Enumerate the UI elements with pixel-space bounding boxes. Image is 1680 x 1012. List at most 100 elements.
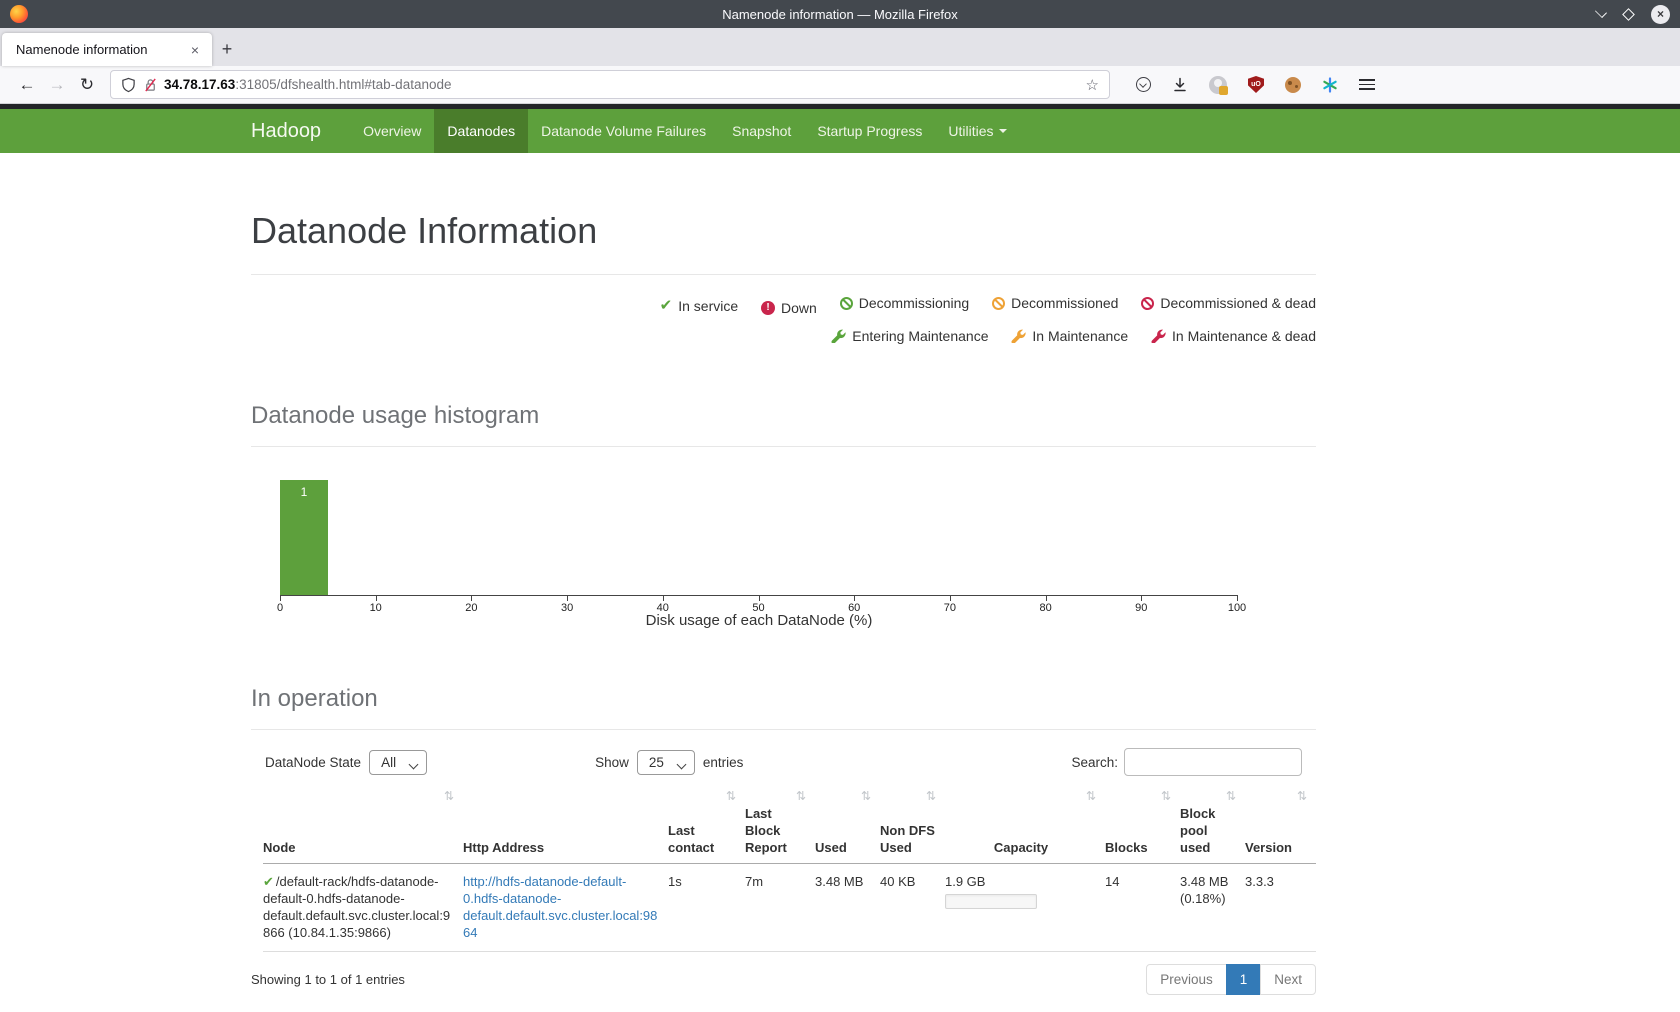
hadoop-navbar: Hadoop Overview Datanodes Datanode Volum…	[0, 109, 1680, 153]
legend-decommissioning: Decommissioning	[840, 289, 969, 317]
browser-tab[interactable]: Namenode information ×	[2, 33, 212, 66]
back-icon[interactable]: ←	[12, 75, 42, 95]
sort-icon[interactable]: ⇅	[861, 789, 871, 805]
url-path: :31805/dfshealth.html#tab-datanode	[235, 77, 451, 92]
col-header-http-address: Http Address	[463, 786, 668, 863]
url-bar[interactable]: 34.78.17.63:31805/dfshealth.html#tab-dat…	[110, 70, 1110, 99]
tab-bar: Namenode information × +	[0, 28, 1680, 66]
sort-icon[interactable]: ⇅	[1161, 789, 1171, 805]
sort-icon[interactable]: ⇅	[1086, 789, 1096, 805]
entries-label: entries	[703, 755, 744, 770]
cell-non-dfs-used: 40 KB	[880, 863, 945, 952]
showing-entries-text: Showing 1 to 1 of 1 entries	[251, 972, 405, 987]
col-header-non-dfs-used[interactable]: ⇅Non DFS Used	[880, 786, 945, 863]
ublock-shield-icon[interactable]: uO	[1248, 76, 1264, 93]
pagination-next-button[interactable]: Next	[1260, 964, 1316, 995]
nav-item-overview[interactable]: Overview	[350, 109, 434, 153]
wrench-icon	[1151, 328, 1166, 343]
shield-icon[interactable]	[121, 77, 136, 93]
page-length-select[interactable]: 25	[637, 750, 695, 775]
datanode-usage-histogram: 1 0 10 20 30 40 50 60 70 80 90 100 Disk …	[251, 481, 1316, 641]
cell-capacity: 1.9 GB	[945, 863, 1105, 952]
cell-used: 3.48 MB	[815, 863, 880, 952]
pagination-previous-button[interactable]: Previous	[1146, 964, 1227, 995]
nav-item-datanode-volume-failures[interactable]: Datanode Volume Failures	[528, 109, 719, 153]
table-row: ✔/default-rack/hdfs-datanode-default-0.h…	[263, 863, 1316, 952]
sort-icon[interactable]: ⇅	[1226, 789, 1236, 805]
nav-item-snapshot[interactable]: Snapshot	[719, 109, 804, 153]
insecure-lock-icon[interactable]	[143, 77, 158, 93]
datanode-state-select[interactable]: All	[369, 750, 427, 775]
search-label: Search:	[1071, 755, 1118, 770]
pagination: Previous 1 Next	[1146, 964, 1316, 995]
pocket-icon[interactable]	[1136, 77, 1151, 92]
forward-icon[interactable]: →	[42, 75, 72, 95]
col-header-block-pool-used[interactable]: ⇅Block pool used	[1180, 786, 1245, 863]
tab-title: Namenode information	[16, 42, 188, 57]
sort-icon[interactable]: ⇅	[1297, 789, 1307, 805]
download-icon[interactable]	[1172, 77, 1188, 93]
ban-icon	[1141, 297, 1154, 310]
table-footer: Showing 1 to 1 of 1 entries Previous 1 N…	[251, 964, 1316, 995]
reload-icon[interactable]: ↻	[72, 75, 102, 95]
legend-row-2: Entering Maintenance In Maintenance In M…	[251, 322, 1316, 353]
datanode-state-label: DataNode State	[265, 755, 361, 770]
histogram-section-title: Datanode usage histogram	[251, 402, 1316, 430]
sort-icon[interactable]: ⇅	[726, 789, 736, 805]
divider	[251, 446, 1316, 447]
legend-decommissioned: Decommissioned	[992, 289, 1118, 317]
check-icon: ✔	[660, 292, 673, 320]
sort-icon[interactable]: ⇅	[444, 789, 454, 805]
check-icon: ✔	[263, 874, 274, 889]
legend-in-maintenance-dead: In Maintenance & dead	[1151, 322, 1316, 350]
nav-item-utilities[interactable]: Utilities	[935, 109, 1019, 153]
navbar-brand[interactable]: Hadoop	[251, 120, 336, 143]
page-title: Datanode Information	[251, 210, 1316, 252]
search-input[interactable]	[1124, 748, 1302, 776]
window-minimize-icon[interactable]	[1595, 6, 1607, 18]
nav-item-startup-progress[interactable]: Startup Progress	[804, 109, 935, 153]
new-tab-button[interactable]: +	[212, 33, 242, 66]
divider	[251, 729, 1316, 730]
col-header-node[interactable]: ⇅Node	[263, 786, 463, 863]
table-controls: DataNode State All Show 25 entries Searc…	[251, 748, 1316, 776]
sort-icon[interactable]: ⇅	[796, 789, 806, 805]
tab-close-icon[interactable]: ×	[188, 42, 202, 58]
legend-down: !Down	[761, 294, 817, 322]
cookie-icon[interactable]	[1285, 77, 1301, 93]
datanodes-table: ⇅Node Http Address ⇅Last contact ⇅Last B…	[263, 786, 1316, 952]
window-maximize-icon[interactable]	[1622, 8, 1635, 21]
extension-icon[interactable]	[1209, 76, 1227, 94]
operation-section-title: In operation	[251, 685, 1316, 713]
ban-icon	[992, 297, 1005, 310]
col-header-version[interactable]: ⇅Version	[1245, 786, 1316, 863]
pagination-page-1-button[interactable]: 1	[1226, 964, 1262, 995]
col-header-capacity[interactable]: ⇅Capacity	[945, 786, 1105, 863]
firefox-logo-icon	[10, 5, 28, 23]
legend-entering-maintenance: Entering Maintenance	[831, 322, 988, 350]
legend-in-maintenance: In Maintenance	[1011, 322, 1128, 350]
legend-in-service: ✔In service	[660, 292, 739, 320]
sparkle-extension-icon[interactable]	[1322, 77, 1338, 93]
cell-blocks: 14	[1105, 863, 1180, 952]
bookmark-star-icon[interactable]: ☆	[1086, 76, 1099, 94]
histogram-x-axis-label: Disk usage of each DataNode (%)	[280, 612, 1238, 629]
histogram-plot-area: 1 0 10 20 30 40 50 60 70 80 90 100	[280, 481, 1238, 596]
exclamation-circle-icon: !	[761, 301, 775, 315]
nav-item-datanodes[interactable]: Datanodes	[434, 109, 528, 153]
menu-hamburger-icon[interactable]	[1359, 79, 1375, 90]
window-close-icon[interactable]: ×	[1651, 5, 1670, 24]
show-label: Show	[595, 755, 629, 770]
col-header-last-block-report[interactable]: ⇅Last Block Report	[745, 786, 815, 863]
wrench-icon	[1011, 328, 1026, 343]
col-header-last-contact[interactable]: ⇅Last contact	[668, 786, 745, 863]
ban-icon	[840, 297, 853, 310]
col-header-used[interactable]: ⇅Used	[815, 786, 880, 863]
url-text: 34.78.17.63:31805/dfshealth.html#tab-dat…	[164, 77, 452, 92]
legend-decommissioned-dead: Decommissioned & dead	[1141, 289, 1316, 317]
datanode-http-link[interactable]: http://hdfs-datanode-default-0.hdfs-data…	[463, 874, 657, 940]
cell-last-contact: 1s	[668, 863, 745, 952]
sort-icon[interactable]: ⇅	[926, 789, 936, 805]
col-header-blocks[interactable]: ⇅Blocks	[1105, 786, 1180, 863]
chevron-down-icon	[999, 129, 1007, 133]
